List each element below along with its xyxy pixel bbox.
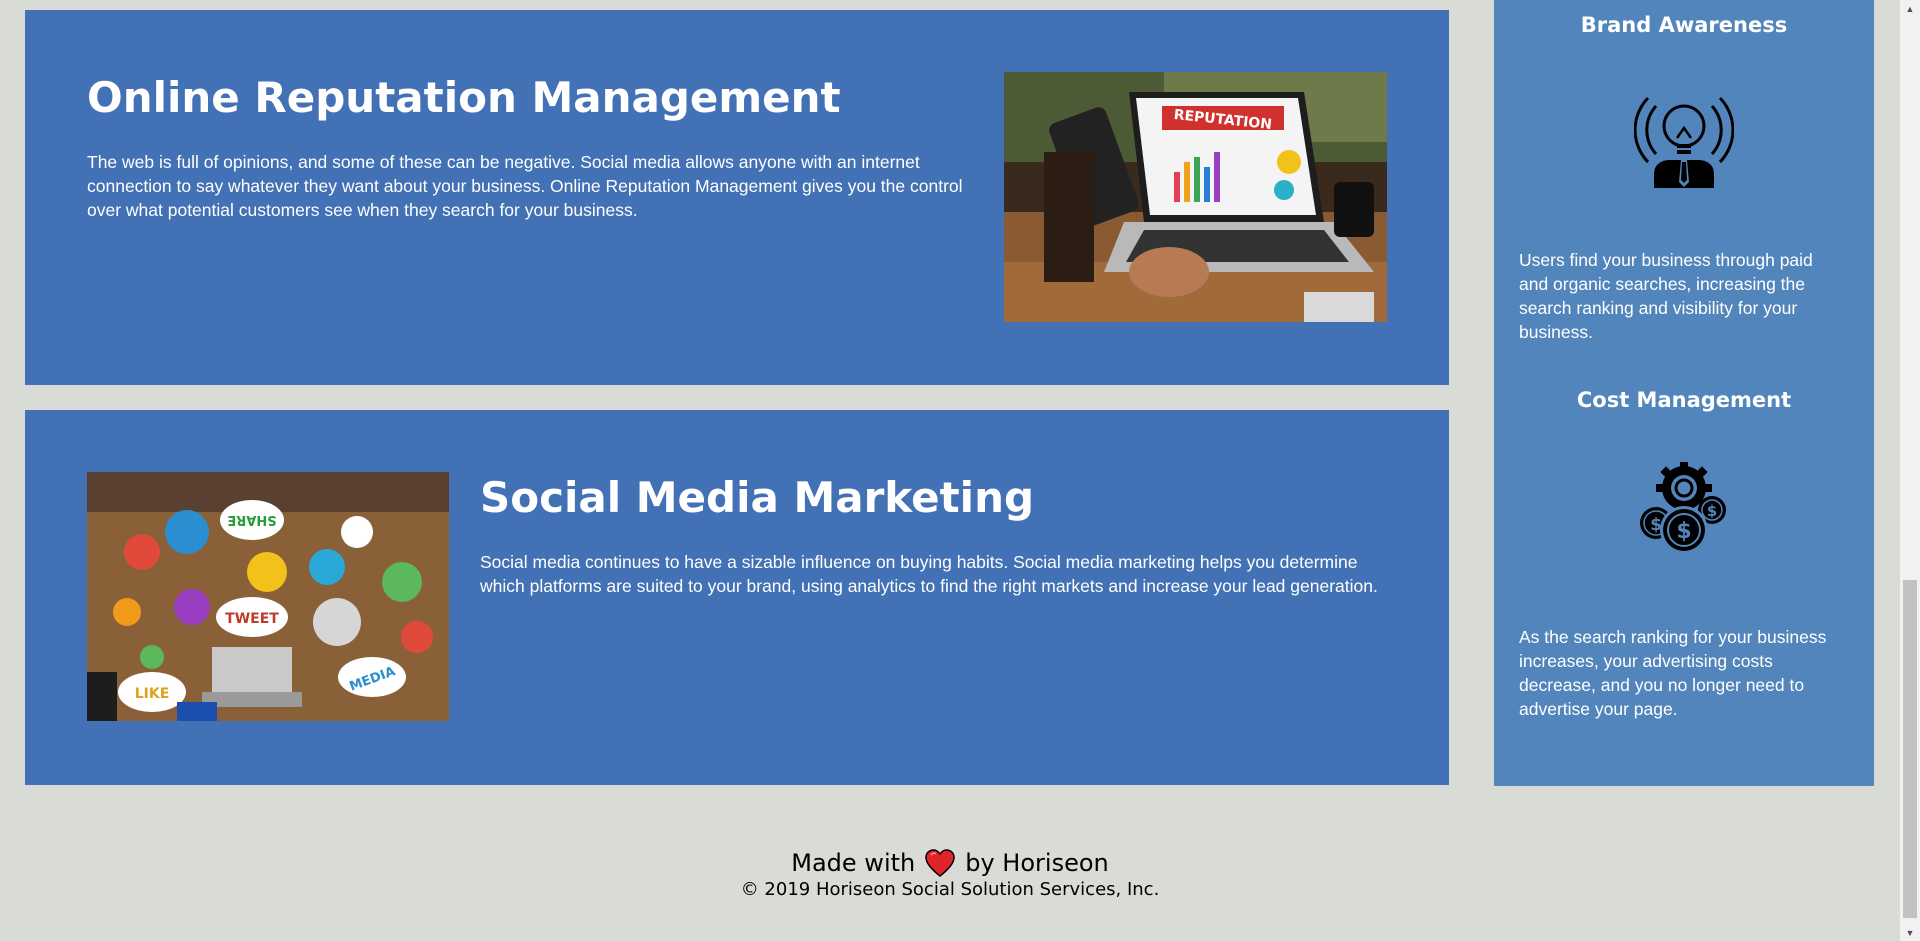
card-title: Online Reputation Management	[87, 73, 841, 122]
copyright-text: © 2019 Horiseon Social Solution Services…	[740, 879, 1160, 900]
card-title: Social Media Marketing	[480, 473, 1035, 522]
scroll-up-arrow-icon[interactable]: ▲	[1900, 0, 1920, 17]
benefit-title: Brand Awareness	[1580, 13, 1788, 37]
money-gear-icon: $ $ $	[1640, 462, 1726, 554]
benefit-brand-awareness: Brand Awareness Users find your business…	[1494, 10, 1874, 344]
by-horiseon-text: by Horiseon	[965, 849, 1109, 877]
benefit-description: As the search ranking for your business …	[1519, 627, 1827, 719]
card-description: The web is full of opinions, and some of…	[87, 152, 963, 221]
reputation-laptop-illustration: REPUTATION	[1004, 72, 1387, 322]
page-footer: Made with by Horiseon © 2019 Horiseon So…	[0, 848, 1900, 902]
like-label: LIKE	[135, 686, 170, 702]
social-media-image: SHARE TWEET LIKE MEDIA	[87, 472, 449, 721]
card-text: Social Media Marketing Social media cont…	[449, 472, 1387, 598]
svg-text:$: $	[1676, 519, 1691, 544]
card-social-media-marketing: SHARE TWEET LIKE MEDIA Social Media Mark…	[25, 410, 1449, 785]
benefit-title: Cost Management	[1576, 388, 1792, 412]
social-media-illustration: SHARE TWEET LIKE MEDIA	[87, 472, 449, 721]
vertical-scrollbar[interactable]: ▲ ▼	[1900, 0, 1920, 941]
lightbulb-head-icon	[1634, 96, 1734, 188]
card-description: Social media continues to have a sizable…	[480, 552, 1378, 597]
footer-made-with: Made with by Horiseon	[0, 848, 1900, 878]
benefits-sidebar: Brand Awareness Users find your business…	[1494, 0, 1874, 786]
card-text: Online Reputation Management The web is …	[87, 72, 1004, 222]
benefit-cost-management: Cost Management $ $ $ As the search rank…	[1494, 385, 1874, 721]
main-content: Online Reputation Management The web is …	[25, 10, 1449, 810]
made-with-text: Made with	[791, 849, 916, 877]
share-label: SHARE	[227, 512, 276, 527]
scrollbar-thumb[interactable]	[1903, 580, 1917, 918]
scroll-down-arrow-icon[interactable]: ▼	[1900, 924, 1920, 941]
svg-text:$: $	[1707, 502, 1717, 520]
benefit-description: Users find your business through paid an…	[1519, 250, 1813, 342]
card-online-reputation-management: Online Reputation Management The web is …	[25, 10, 1449, 385]
reputation-image: REPUTATION	[1004, 72, 1387, 322]
tweet-label: TWEET	[225, 611, 279, 627]
heart-icon	[925, 849, 955, 877]
